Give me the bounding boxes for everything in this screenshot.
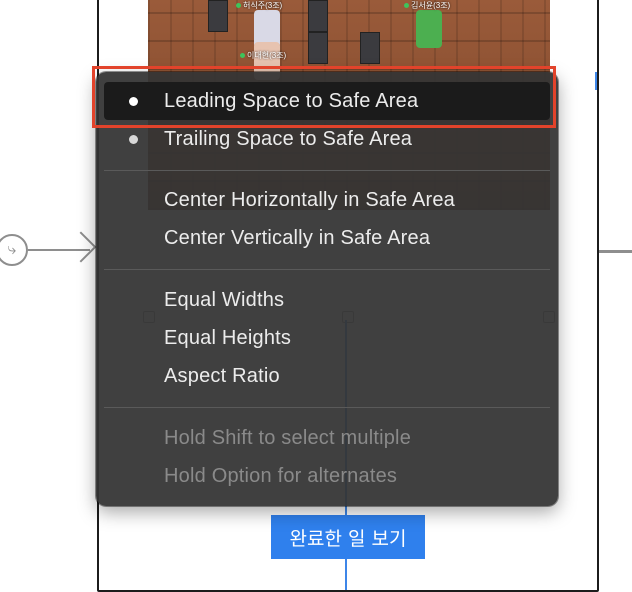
view-completed-button[interactable]: 완료한 일 보기 (271, 515, 425, 559)
name-tag: 이대현(3조) (240, 50, 286, 61)
desk-sprite (308, 32, 328, 64)
desk-sprite (360, 32, 380, 64)
name-tag: 허식주(3조) (236, 0, 282, 11)
menu-item-leading-space[interactable]: Leading Space to Safe Area (104, 82, 550, 120)
menu-item-center-vertically[interactable]: Center Vertically in Safe Area (104, 219, 550, 257)
right-guide-line (599, 250, 632, 253)
menu-item-aspect-ratio[interactable]: Aspect Ratio (104, 357, 550, 395)
menu-item-center-horizontally[interactable]: Center Horizontally in Safe Area (104, 181, 550, 219)
constraint-menu: Leading Space to Safe Area Trailing Spac… (96, 72, 558, 506)
menu-item-equal-heights[interactable]: Equal Heights (104, 319, 550, 357)
name-tag: 김서윤(3조) (404, 0, 450, 11)
desk-sprite (308, 0, 328, 32)
menu-item-trailing-space[interactable]: Trailing Space to Safe Area (104, 120, 550, 158)
menu-hint-option: Hold Option for alternates (164, 465, 398, 487)
avatar-sprite (416, 10, 442, 48)
segue-arrow-head (65, 231, 97, 263)
menu-divider (104, 170, 550, 171)
menu-divider (104, 269, 550, 270)
segue-icon[interactable]: ⤷ (0, 234, 28, 266)
checked-bullet-icon (129, 97, 138, 106)
desk-sprite (208, 0, 228, 32)
menu-hint-shift: Hold Shift to select multiple (164, 427, 412, 449)
checked-bullet-icon (129, 135, 138, 144)
constraint-marker (595, 72, 597, 90)
menu-divider (104, 407, 550, 408)
menu-item-equal-widths[interactable]: Equal Widths (104, 281, 550, 319)
